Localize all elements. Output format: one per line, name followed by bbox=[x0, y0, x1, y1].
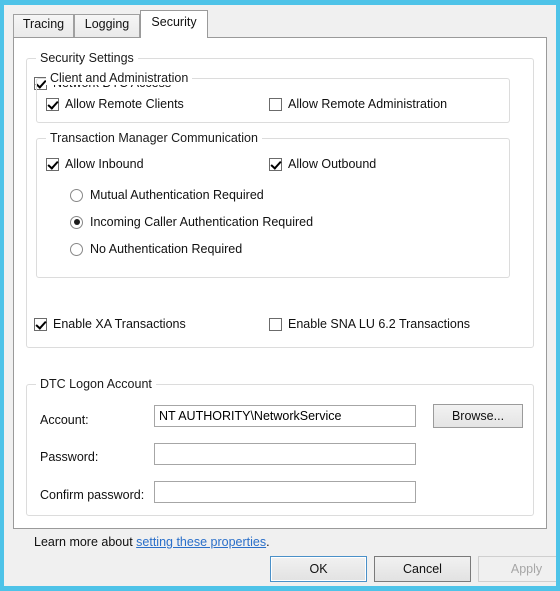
client-and-administration-title: Client and Administration bbox=[46, 71, 193, 85]
enable-sna-lu-transactions-checkbox-row[interactable]: Enable SNA LU 6.2 Transactions bbox=[269, 317, 470, 331]
no-authentication-label: No Authentication Required bbox=[90, 242, 243, 256]
tab-strip: Tracing Logging Security bbox=[4, 5, 556, 38]
ok-button[interactable]: OK bbox=[270, 556, 367, 582]
mutual-authentication-radio-row[interactable]: Mutual Authentication Required bbox=[70, 188, 264, 202]
dtc-security-dialog: Tracing Logging Security Security Settin… bbox=[4, 5, 556, 586]
password-label: Password: bbox=[40, 450, 99, 464]
allow-remote-administration-label: Allow Remote Administration bbox=[288, 97, 448, 111]
enable-sna-lu-transactions-checkbox[interactable] bbox=[269, 317, 282, 331]
password-input[interactable] bbox=[154, 443, 416, 465]
enable-xa-transactions-label: Enable XA Transactions bbox=[53, 317, 186, 331]
allow-inbound-checkbox[interactable] bbox=[46, 157, 59, 171]
tab-logging[interactable]: Logging bbox=[74, 14, 140, 38]
incoming-caller-authentication-label: Incoming Caller Authentication Required bbox=[90, 215, 314, 229]
incoming-caller-authentication-radio-row[interactable]: Incoming Caller Authentication Required bbox=[70, 215, 313, 229]
setting-these-properties-link[interactable]: setting these properties bbox=[136, 535, 266, 549]
incoming-caller-authentication-radio[interactable] bbox=[70, 215, 83, 229]
allow-remote-administration-checkbox-row[interactable]: Allow Remote Administration bbox=[269, 97, 447, 111]
account-input[interactable] bbox=[154, 405, 416, 427]
confirm-password-input[interactable] bbox=[154, 481, 416, 503]
enable-xa-transactions-checkbox-row[interactable]: Enable XA Transactions bbox=[34, 317, 186, 331]
security-settings-title: Security Settings bbox=[36, 51, 138, 65]
allow-outbound-checkbox-row[interactable]: Allow Outbound bbox=[269, 157, 376, 171]
allow-remote-clients-label: Allow Remote Clients bbox=[65, 97, 184, 111]
no-authentication-radio-row[interactable]: No Authentication Required bbox=[70, 242, 242, 256]
tab-tracing[interactable]: Tracing bbox=[13, 14, 74, 38]
allow-outbound-label: Allow Outbound bbox=[288, 157, 377, 171]
enable-sna-lu-transactions-label: Enable SNA LU 6.2 Transactions bbox=[288, 317, 471, 331]
apply-button: Apply bbox=[478, 556, 556, 582]
mutual-authentication-label: Mutual Authentication Required bbox=[90, 188, 264, 202]
cancel-button[interactable]: Cancel bbox=[374, 556, 471, 582]
transaction-manager-communication-title: Transaction Manager Communication bbox=[46, 131, 262, 145]
tab-security[interactable]: Security bbox=[140, 10, 208, 38]
allow-remote-clients-checkbox-row[interactable]: Allow Remote Clients bbox=[46, 97, 184, 111]
learn-more-text: Learn more about setting these propertie… bbox=[34, 535, 270, 549]
allow-remote-administration-checkbox[interactable] bbox=[269, 97, 282, 111]
learn-more-prefix: Learn more about bbox=[34, 535, 137, 549]
mutual-authentication-radio[interactable] bbox=[70, 188, 83, 202]
confirm-password-label: Confirm password: bbox=[40, 488, 145, 502]
allow-inbound-label: Allow Inbound bbox=[65, 157, 144, 171]
no-authentication-radio[interactable] bbox=[70, 242, 83, 256]
dtc-logon-account-title: DTC Logon Account bbox=[36, 377, 156, 391]
browse-button[interactable]: Browse... bbox=[433, 404, 523, 428]
enable-xa-transactions-checkbox[interactable] bbox=[34, 317, 47, 331]
learn-more-suffix: . bbox=[266, 535, 270, 549]
account-label: Account: bbox=[40, 413, 89, 427]
allow-remote-clients-checkbox[interactable] bbox=[46, 97, 59, 111]
allow-inbound-checkbox-row[interactable]: Allow Inbound bbox=[46, 157, 144, 171]
allow-outbound-checkbox[interactable] bbox=[269, 157, 282, 171]
security-tab-page: Security Settings Network DTC Access Cli… bbox=[13, 37, 547, 549]
